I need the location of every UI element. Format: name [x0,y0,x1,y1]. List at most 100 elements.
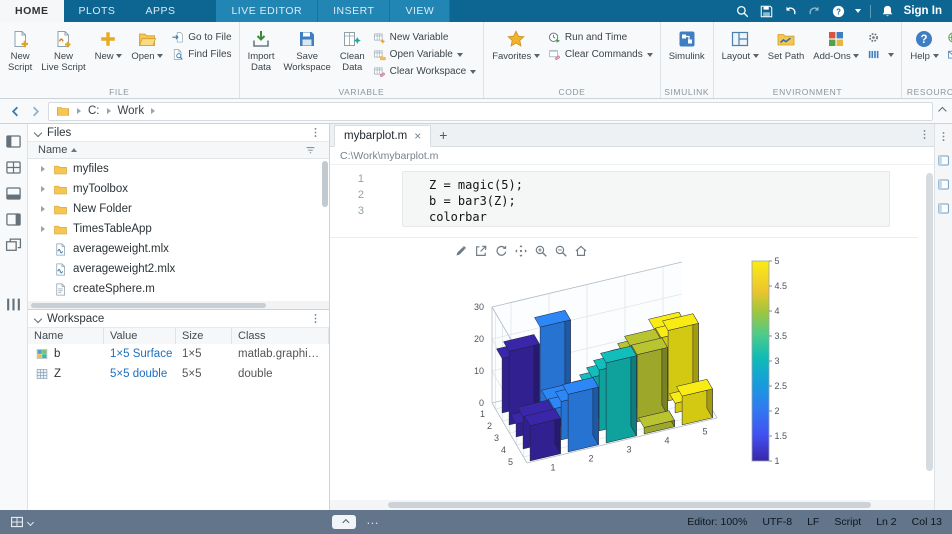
help-button[interactable]: ? Help [906,26,942,62]
window-left-panel-icon[interactable] [5,133,22,150]
file-row[interactable]: averageweight2.mlx [28,259,329,279]
expand-icon[interactable] [41,186,45,192]
layout-quick-access-button[interactable] [10,515,35,529]
ribbon-tab-view[interactable]: VIEW [390,0,451,22]
workspace-column-value[interactable]: Value [104,328,176,344]
files-panel-header[interactable]: Files [28,124,329,142]
collapse-panel-icon[interactable] [33,128,43,137]
favorites-button[interactable]: Favorites [488,26,544,62]
editor-menu-icon[interactable] [918,128,931,141]
preferences-button[interactable] [864,31,897,44]
window-float-icon[interactable] [5,237,22,254]
file-row[interactable]: TimesTableApp [28,219,329,239]
files-column-header[interactable]: Name [28,142,329,159]
file-row[interactable]: New Folder [28,199,329,219]
close-tab-icon[interactable]: × [414,130,421,142]
workspace-row[interactable]: b 1×5 Surface 1×5 matlab.graphi… [28,344,329,364]
parallel-button[interactable] [864,48,897,61]
file-row[interactable]: createSphere.m [28,279,329,299]
restore-command-window-button[interactable] [332,515,356,529]
files-vertical-scrollbar[interactable] [322,161,328,301]
workspace-panel-header[interactable]: Workspace [28,310,329,328]
minimized-panel-icon[interactable] [937,202,950,215]
ribbon-tab-live-editor[interactable]: LIVE EDITOR [216,0,319,22]
workspace-row[interactable]: Z 5×5 double 5×5 double [28,364,329,384]
redo-button[interactable] [807,4,822,19]
file-row[interactable]: myfiles [28,159,329,179]
code-section[interactable]: Z = magic(5); b = bar3(Z); colorbar [402,171,890,227]
ribbon-tab-plots[interactable]: PLOTS [64,0,131,22]
files-menu-icon[interactable] [309,126,322,139]
files-horizontal-scrollbar[interactable] [28,301,329,309]
new-button[interactable]: New [91,26,127,62]
window-grid-icon[interactable] [5,159,22,176]
run-and-time-button[interactable]: Run and Time [545,31,656,44]
ribbon-tab-home[interactable]: HOME [0,0,64,22]
collapse-toolstrip-icon[interactable] [938,106,947,116]
clean-data-button[interactable]: Clean Data [336,26,369,73]
new-variable-button[interactable]: New Variable [370,31,480,44]
forward-arrow-button[interactable] [28,104,43,119]
request-support-button[interactable] [944,48,952,61]
add-ons-button[interactable]: Add-Ons [809,26,863,62]
file-row[interactable]: averageweight.mlx [28,239,329,259]
file-row[interactable]: myToolbox [28,179,329,199]
status-item: UTF-8 [762,516,793,528]
expand-icon[interactable] [41,206,45,212]
open-variable-button[interactable]: Open Variable [370,48,480,61]
window-right-panel-icon[interactable] [5,211,22,228]
workspace-column-name[interactable]: Name [28,328,104,344]
more-panels-button[interactable]: … [366,512,380,527]
ribbon-tab-insert[interactable]: INSERT [318,0,391,22]
workspace-menu-icon[interactable] [309,312,322,325]
expand-icon[interactable] [41,166,45,172]
bell-button[interactable] [880,4,895,19]
editor-horizontal-scrollbar[interactable] [330,500,934,510]
column-options-icon[interactable] [304,144,317,157]
community-button[interactable] [944,31,952,44]
new-tab-button[interactable]: + [431,124,455,146]
clear-commands-button[interactable]: Clear Commands [545,48,656,61]
name-column-label[interactable]: Name [28,144,67,156]
expand-icon[interactable] [41,226,45,232]
find-files-button[interactable]: Find Files [168,48,234,61]
search-button[interactable] [735,4,750,19]
import-data-button[interactable]: Import Data [244,26,279,73]
minimized-panel-icon[interactable] [937,154,950,167]
editor-tab[interactable]: mybarplot.m × [334,125,432,147]
breadcrumb-item[interactable]: Work [118,105,145,117]
code-line[interactable]: b = bar3(Z); [429,193,889,209]
workspace-column-header[interactable]: Name Value Size Class [28,328,329,344]
window-bottom-panel-icon[interactable] [5,185,22,202]
code-line[interactable]: colorbar [429,209,889,225]
ribbon-tab-apps[interactable]: APPS [130,0,190,22]
editor-vertical-scrollbar[interactable] [926,169,933,496]
new-script-button[interactable]: New Script [4,26,36,73]
help-circle-button[interactable]: ? [831,4,846,19]
request-support-icon [947,48,952,61]
simulink-button[interactable]: Simulink [665,26,709,62]
right-rail-menu-icon[interactable] [937,130,950,143]
sign-in-button[interactable]: Sign In [904,5,942,17]
save-workspace-button[interactable]: Save Workspace [280,26,335,73]
layout-button[interactable]: Layout [718,26,763,62]
svg-text:1: 1 [480,409,485,419]
go-to-file-button[interactable]: Go to File [168,31,234,44]
back-arrow-button[interactable] [8,104,23,119]
workspace-column-class[interactable]: Class [232,328,329,344]
open-button[interactable]: Open [127,26,167,62]
new-live-script-button[interactable]: New Live Script [37,26,89,73]
set-path-button[interactable]: Set Path [764,26,808,62]
code-line[interactable]: Z = magic(5); [429,177,889,193]
clear-workspace-button[interactable]: Clear Workspace [370,65,480,78]
path-breadcrumb[interactable]: C: Work [48,101,933,121]
breadcrumb-item[interactable]: C: [88,105,100,117]
window-columns-icon[interactable] [5,296,22,313]
help-dropdown-icon[interactable] [854,9,861,13]
workspace-column-size[interactable]: Size [176,328,232,344]
status-item: Script [834,516,862,528]
minimized-panel-icon[interactable] [937,178,950,191]
undo-button[interactable] [783,4,798,19]
save-button[interactable] [759,4,774,19]
collapse-panel-icon[interactable] [33,314,43,323]
